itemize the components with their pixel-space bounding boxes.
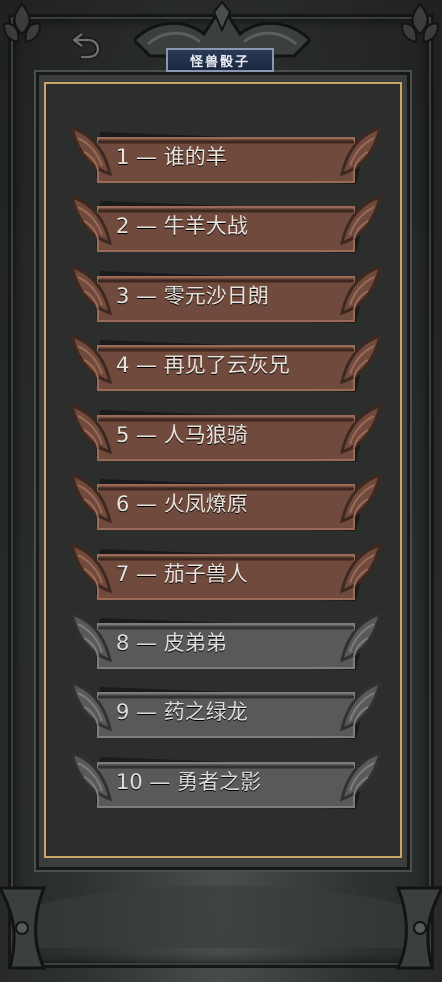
level-label: 6 — 火凤燎原 <box>116 492 248 516</box>
back-button[interactable] <box>66 24 106 64</box>
level-label: 10 — 勇者之影 <box>116 770 262 794</box>
level-label: 9 — 药之绿龙 <box>116 700 248 724</box>
level-button[interactable]: 2 — 牛羊大战 <box>70 193 382 259</box>
level-button[interactable]: 5 — 人马狼骑 <box>70 402 382 468</box>
level-button[interactable]: 9 — 药之绿龙 <box>70 679 382 745</box>
bottom-ornament <box>0 885 442 970</box>
fleur-ornament-icon <box>400 2 440 44</box>
level-button[interactable]: 6 — 火凤燎原 <box>70 471 382 537</box>
level-label: 4 — 再见了云灰兄 <box>116 353 290 377</box>
level-label: 2 — 牛羊大战 <box>116 214 248 238</box>
level-button[interactable]: 3 — 零元沙日朗 <box>70 263 382 329</box>
level-label: 1 — 谁的羊 <box>116 145 227 169</box>
fleur-ornament-icon <box>2 2 42 44</box>
level-label: 7 — 茄子兽人 <box>116 562 248 586</box>
level-button[interactable]: 4 — 再见了云灰兄 <box>70 332 382 398</box>
undo-arrow-icon <box>71 32 101 60</box>
level-button[interactable]: 1 — 谁的羊 <box>70 124 382 190</box>
level-label: 5 — 人马狼骑 <box>116 423 248 447</box>
level-label: 8 — 皮弟弟 <box>116 631 227 655</box>
level-button[interactable]: 8 — 皮弟弟 <box>70 610 382 676</box>
level-button[interactable]: 7 — 茄子兽人 <box>70 541 382 607</box>
page-title: 怪兽骰子 <box>166 48 274 72</box>
level-label: 3 — 零元沙日朗 <box>116 284 269 308</box>
level-button[interactable]: 10 — 勇者之影 <box>70 749 382 815</box>
